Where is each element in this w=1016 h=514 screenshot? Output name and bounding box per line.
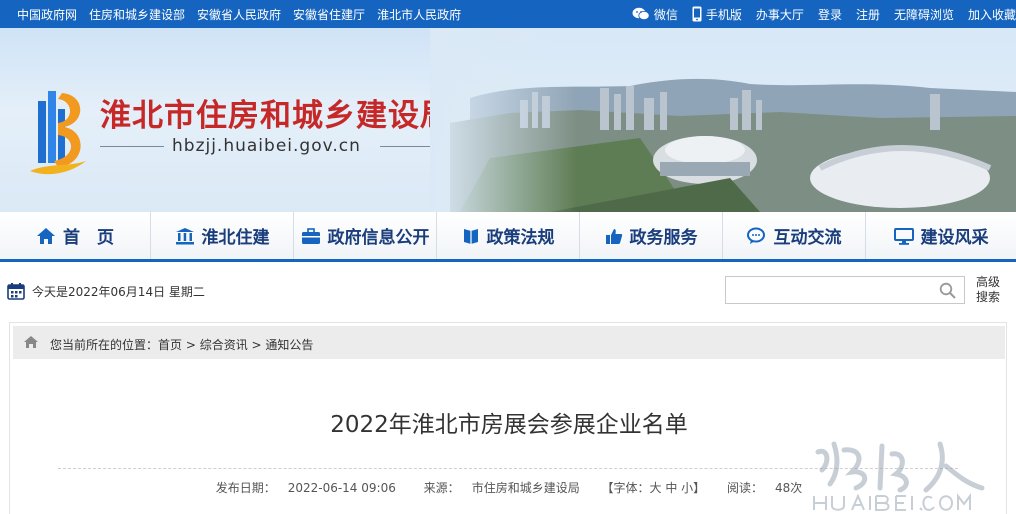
login-link[interactable]: 登录 [818, 6, 842, 23]
breadcrumb-sep-1: > [182, 338, 200, 352]
register-link[interactable]: 注册 [856, 6, 880, 23]
wechat-link[interactable]: 微信 [632, 6, 678, 23]
read-info: 阅读： 48次 [721, 481, 808, 495]
font-size-control[interactable]: 【字体：大 中 小】 [602, 481, 706, 495]
read-label: 阅读： [727, 481, 764, 495]
breadcrumb-sep-2: > [247, 338, 266, 352]
service-hall-link[interactable]: 办事大厅 [756, 6, 804, 23]
advanced-search-link[interactable]: 高级搜索 [976, 275, 1004, 305]
register-label: 注册 [855, 7, 880, 22]
nav-construction-label: 建设风采 [920, 228, 989, 248]
site-domain-text: hbzjj.huaibei.gov.cn [172, 136, 361, 156]
nav-policy[interactable]: 政策法规 [436, 212, 579, 259]
today-date: 今天是2022年06月14日 星期二 [32, 285, 205, 299]
link-mohurd[interactable]: 住房和城乡建设部 [89, 6, 185, 23]
nav-gov-service-label: 政务服务 [629, 228, 698, 248]
link-gov[interactable]: 中国政府网 [17, 6, 77, 23]
nav-gov-info-label: 政府信息公开 [327, 228, 430, 248]
top-bar: 中国政府网 住房和城乡建设部 安徽省人民政府 安徽省住建厅 淮北市人民政府 微信… [0, 0, 1016, 28]
thumbs-up-icon [605, 228, 622, 244]
breadcrumb-news[interactable]: 综合资讯 [200, 338, 248, 352]
home-icon [24, 336, 38, 348]
wechat-icon [632, 7, 650, 21]
nav-gov-service[interactable]: 政务服务 [579, 212, 722, 259]
nav-huaibei-housing-label: 淮北住建 [201, 228, 270, 248]
nav-interaction-label: 互动交流 [773, 228, 842, 248]
search-input[interactable] [726, 277, 926, 303]
phone-icon [692, 6, 702, 22]
accessible-link[interactable]: 无障碍浏览 [894, 6, 954, 23]
nav-interaction[interactable]: 互动交流 [722, 212, 865, 259]
favorite-link[interactable]: 加入收藏 [968, 6, 1016, 23]
read-count: 48次 [775, 481, 803, 495]
source-info: 来源： 市住房和城乡建设局 [418, 481, 586, 495]
site-domain: hbzjj.huaibei.gov.cn [100, 135, 440, 157]
link-huaibei-gov[interactable]: 淮北市人民政府 [377, 6, 461, 23]
favorite-label: 加入收藏 [967, 7, 1016, 22]
service-hall-label: 办事大厅 [755, 7, 804, 22]
site-banner: 淮北市住房和城乡建设局 hbzjj.huaibei.gov.cn [0, 28, 1016, 212]
building-icon [175, 227, 194, 244]
book-icon [463, 228, 478, 244]
wechat-label: 微信 [653, 7, 678, 22]
home-icon [37, 227, 55, 244]
breadcrumb-notices[interactable]: 通知公告 [265, 338, 313, 352]
briefcase-icon [301, 227, 320, 244]
source-label: 来源： [423, 481, 460, 495]
mobile-label: 手机版 [705, 7, 742, 22]
breadcrumb-trail: 您当前所在的位置：首页 > 综合资讯 > 通知公告 [50, 336, 313, 353]
nav-home-label: 首 页 [63, 228, 114, 248]
accessible-label: 无障碍浏览 [893, 7, 954, 22]
search-box [725, 276, 965, 304]
site-title: 淮北市住房和城乡建设局 [100, 98, 452, 134]
search-icon[interactable] [939, 282, 956, 299]
domain-rule-left [100, 146, 164, 147]
top-links: 中国政府网 住房和城乡建设部 安徽省人民政府 安徽省住建厅 淮北市人民政府 [17, 0, 461, 28]
publish-date: 2022-06-14 09:06 [287, 481, 396, 495]
top-actions: 微信 手机版 办事大厅 登录 注册 无障碍浏览 加入收藏 [632, 0, 1016, 28]
publish-info: 发布日期： 2022-06-14 09:06 [210, 481, 402, 495]
date-search-row: 今天是2022年06月14日 星期二 高级搜索 [0, 265, 1016, 317]
mobile-link[interactable]: 手机版 [692, 6, 742, 23]
nav-gov-info[interactable]: 政府信息公开 [293, 212, 436, 259]
city-skyline-image [430, 28, 1016, 212]
bureau-logo-icon [30, 91, 86, 175]
main-nav: 首 页 淮北住建 政府信息公开 政策法规 政务服务 互动交流 建设风采 [0, 212, 1016, 262]
publish-label: 发布日期： [215, 481, 276, 495]
link-anhui-housing[interactable]: 安徽省住建厅 [293, 6, 365, 23]
nav-huaibei-housing[interactable]: 淮北住建 [150, 212, 293, 259]
monitor-icon [893, 227, 914, 245]
link-anhui-gov[interactable]: 安徽省人民政府 [197, 6, 281, 23]
huaibei-watermark-logo [813, 441, 985, 511]
nav-policy-label: 政策法规 [486, 228, 555, 248]
nav-construction[interactable]: 建设风采 [865, 212, 1016, 259]
breadcrumb-home[interactable]: 首页 [158, 338, 182, 352]
breadcrumb-prefix: 您当前所在的位置： [50, 338, 159, 352]
login-label: 登录 [817, 7, 842, 22]
nav-home[interactable]: 首 页 [0, 212, 150, 259]
breadcrumb: 您当前所在的位置：首页 > 综合资讯 > 通知公告 [13, 326, 1005, 359]
calendar-icon [7, 283, 25, 300]
source-value: 市住房和城乡建设局 [471, 481, 580, 495]
chat-icon [746, 227, 765, 244]
